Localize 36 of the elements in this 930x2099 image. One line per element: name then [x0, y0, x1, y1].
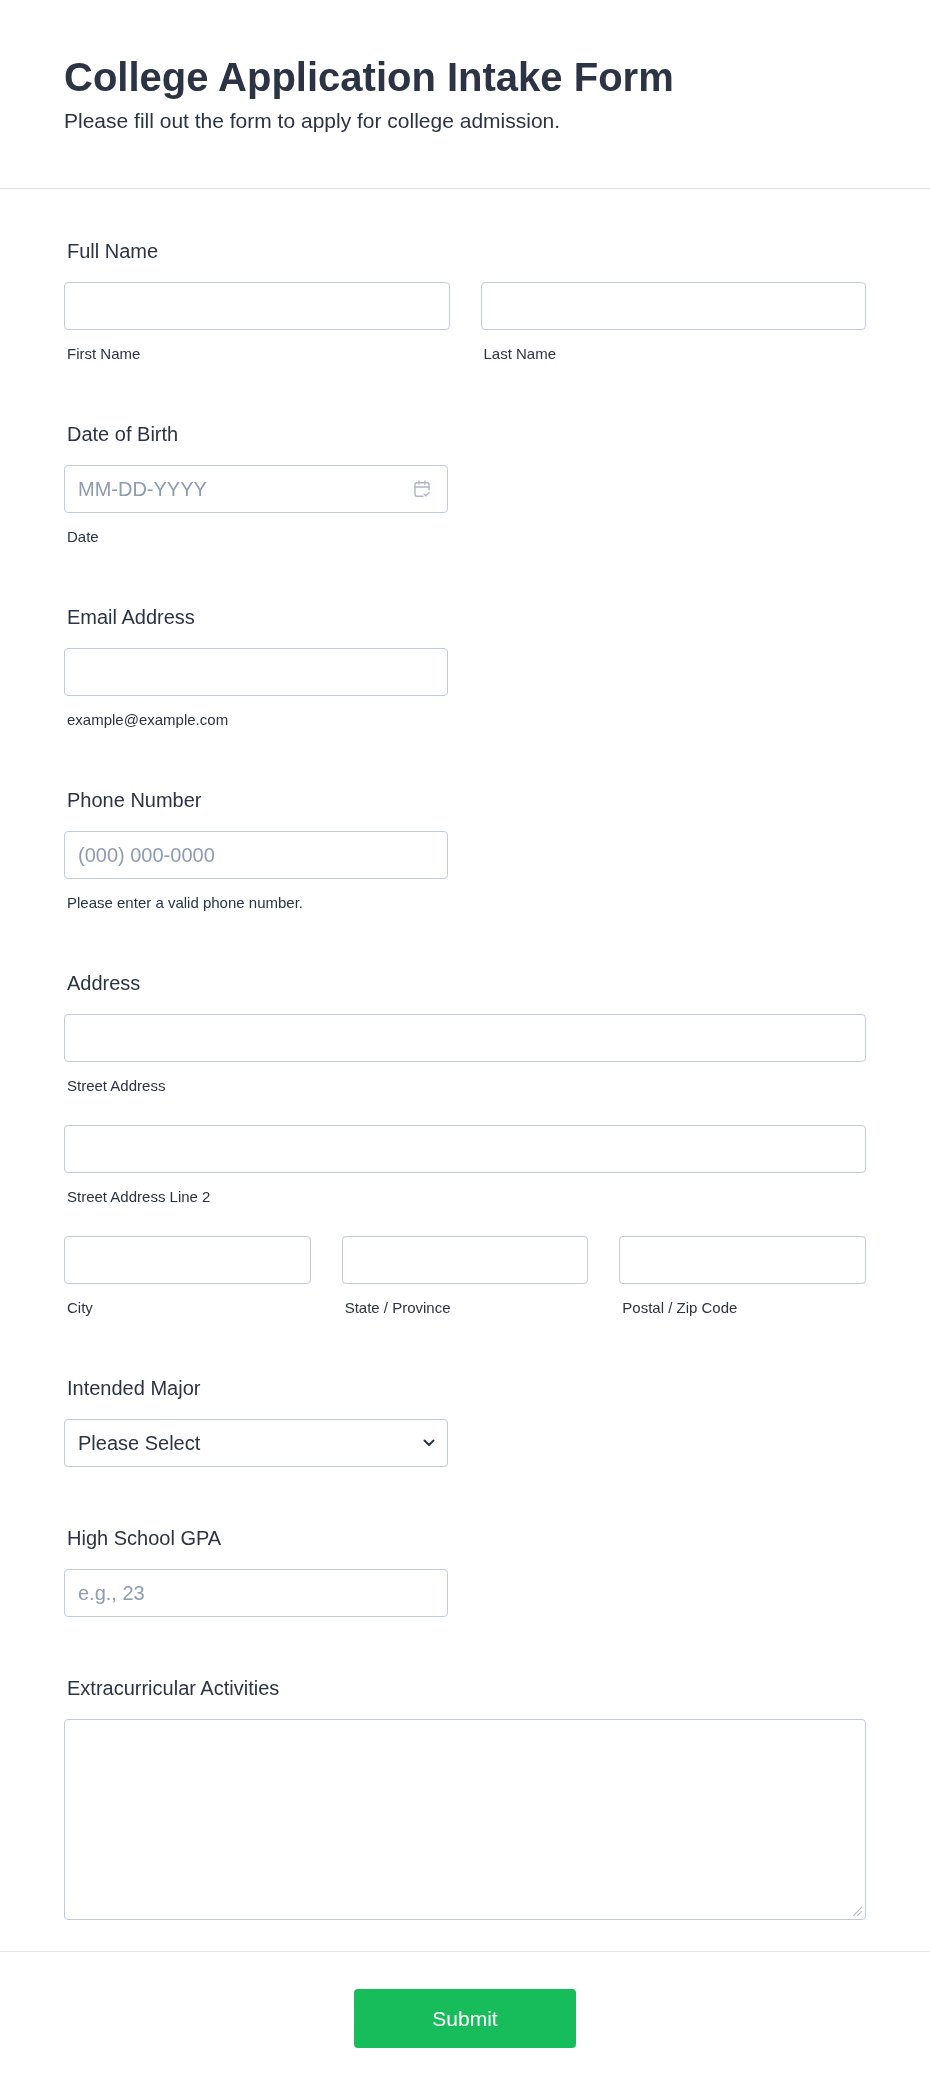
field-label: Extracurricular Activities	[67, 1676, 280, 1700]
text-input[interactable]	[64, 282, 450, 330]
form-subtitle: Please fill out the form to apply for college admission.	[64, 109, 561, 133]
text-input[interactable]: (000) 000-0000	[64, 831, 448, 879]
text-input[interactable]	[480, 282, 866, 330]
field-sublabel: Date	[67, 528, 99, 546]
select-dropdown[interactable]: Please Select	[64, 1419, 448, 1467]
field-sublabel: Please enter a valid phone number.	[67, 894, 303, 912]
text-input[interactable]	[619, 1236, 866, 1284]
field-label: Phone Number	[67, 788, 202, 812]
resize-handle-icon	[853, 1907, 862, 1916]
text-input[interactable]: e.g., 23	[64, 1569, 448, 1617]
field-sublabel: First Name	[67, 345, 141, 363]
text-input[interactable]	[341, 1236, 589, 1284]
field-sublabel: City	[67, 1299, 93, 1317]
field-sublabel: State / Province	[344, 1299, 451, 1317]
date-input[interactable]: MM-DD-YYYY	[64, 465, 448, 513]
text-input[interactable]	[64, 1014, 866, 1062]
calendar-check-icon	[414, 480, 430, 498]
field-sublabel: Postal / Zip Code	[622, 1299, 738, 1317]
field-sublabel: Street Address Line 2	[67, 1188, 211, 1206]
text-input[interactable]	[64, 648, 448, 696]
field-label: Address	[67, 971, 141, 995]
field-label: High School GPA	[67, 1526, 222, 1550]
textarea-field[interactable]	[64, 1719, 866, 1920]
field-sublabel: Street Address	[67, 1077, 166, 1095]
chevron-down-icon	[423, 1439, 435, 1447]
field-label: Full Name	[67, 239, 159, 263]
field-sublabel: Last Name	[483, 345, 557, 363]
form-title: College Application Intake Form	[64, 54, 674, 101]
text-input[interactable]	[64, 1236, 311, 1284]
field-label: Date of Birth	[67, 422, 179, 446]
field-label: Email Address	[67, 605, 195, 629]
field-label: Intended Major	[67, 1376, 201, 1400]
text-input[interactable]	[64, 1125, 866, 1173]
field-sublabel: example@example.com	[67, 711, 229, 729]
